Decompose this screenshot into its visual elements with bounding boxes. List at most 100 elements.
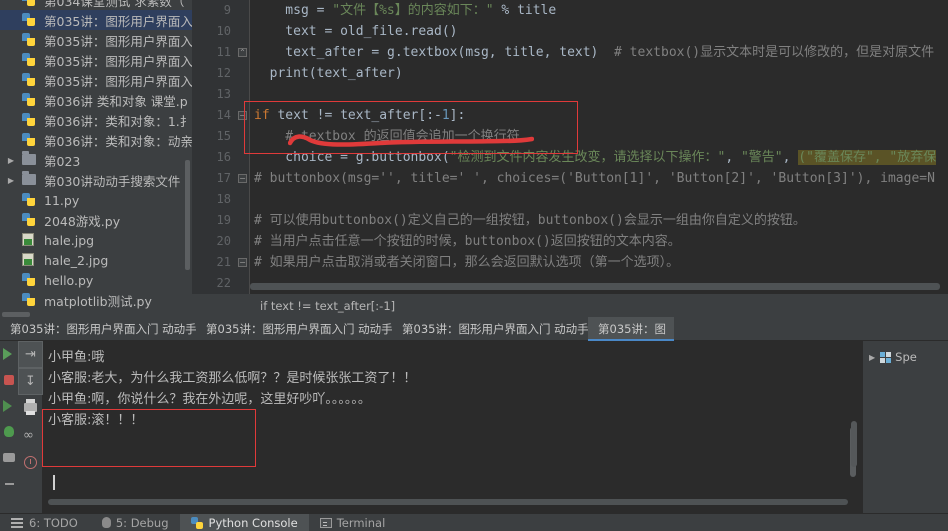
status-bar-item[interactable]: 5: Debug (89, 514, 180, 531)
status-bar-item[interactable]: Terminal (309, 514, 397, 531)
python-file-icon (22, 273, 40, 287)
tree-item-label: hale_2.jpg (44, 252, 109, 268)
tree-item[interactable]: 第035讲：图形用户界面入 (0, 10, 192, 30)
python-console-panel[interactable]: ⇥ ↧ ∞ 小甲鱼:哦 小客服:老大，为什么我工资那么低啊？？是时候张张工资了！！… (0, 341, 948, 513)
tree-item-label: hello.py (44, 272, 94, 288)
tree-item[interactable]: 2048游戏.py (0, 210, 192, 230)
tree-item[interactable]: hale.jpg (0, 230, 192, 250)
code-line[interactable]: msg = "文件【%s】的内容如下：" % title (250, 0, 948, 21)
python-file-icon (22, 113, 40, 127)
tree-item[interactable]: matplotlib测试.py (0, 290, 192, 310)
collapse-icon[interactable] (0, 471, 18, 497)
tree-item[interactable]: 第036讲 类和对象 课堂.p (0, 90, 192, 110)
tree-item[interactable]: 11.py (0, 190, 192, 210)
run-icon[interactable] (0, 341, 18, 367)
code-text-area[interactable]: msg = "文件【%s】的内容如下：" % title text = old_… (250, 0, 948, 294)
tree-item-label: 第036讲 类和对象 课堂.p (44, 93, 188, 109)
tree-item[interactable]: hello.py (0, 270, 192, 290)
console-output[interactable]: 小甲鱼:哦 小客服:老大，为什么我工资那么低啊？？是时候张张工资了！！ 小甲鱼:啊，… (44, 341, 862, 501)
rerun-icon[interactable] (0, 393, 18, 419)
code-folding-column[interactable]: ⌃ − − − (237, 0, 250, 294)
code-line[interactable]: text = old_file.read() (250, 21, 948, 42)
tree-item[interactable]: hale_2.jpg (0, 250, 192, 270)
line-number: 15 (216, 129, 231, 143)
history-icon[interactable] (18, 449, 43, 476)
editor-horizontal-scrollbar[interactable] (250, 283, 940, 290)
console-tool-strip[interactable]: ⇥ ↧ ∞ (18, 341, 43, 513)
code-line[interactable]: # 当用户点击任意一个按钮的时候，buttonbox()返回按钮的文本内容。 (250, 231, 948, 252)
expand-arrow-icon[interactable] (0, 156, 22, 165)
code-line[interactable]: # buttonbox(msg='', title=' ', choices=(… (250, 168, 948, 189)
tree-item-label: 第034课堂测试 求素数（ (44, 0, 185, 9)
settings-icon[interactable] (0, 445, 18, 471)
bottom-status-bar[interactable]: 6: TODO 5: Debug Python Console Terminal (0, 513, 948, 531)
fold-marker-icon[interactable]: − (238, 111, 247, 120)
image-file-icon (22, 233, 40, 247)
tree-item[interactable]: 第034课堂测试 求素数（ (0, 0, 192, 10)
console-horizontal-scrollbar[interactable] (48, 499, 848, 505)
soft-wrap-icon[interactable]: ⇥ (18, 341, 43, 368)
variables-grid-icon (880, 351, 892, 363)
status-bar-item[interactable]: 6: TODO (0, 514, 89, 531)
code-line[interactable]: # textbox 的返回值会追加一个换行符 (250, 126, 948, 147)
code-line[interactable]: if text != text_after[:-1]: (250, 105, 948, 126)
image-file-icon (22, 253, 40, 267)
code-token: "警告" (740, 150, 783, 165)
variables-row[interactable]: ▶ Spe (863, 347, 948, 367)
console-tab[interactable]: 第035讲：图形用户界面入门 动动手 2. 提供一...× (392, 317, 588, 341)
code-line[interactable] (250, 189, 948, 210)
code-token: text_after = g.textbox(msg, title, text) (254, 45, 599, 60)
console-tab[interactable]: 第035讲：图形用户界面入门 动动手 2. 提供一...× (196, 317, 392, 341)
line-number: 22 (216, 276, 231, 290)
tree-item[interactable]: 第036讲：类和对象：1.扌 (0, 110, 192, 130)
terminal-icon (319, 517, 332, 528)
run-toolbar-strip[interactable] (0, 341, 18, 513)
line-number: 13 (216, 87, 231, 101)
python-file-icon (22, 93, 40, 107)
console-tab-bar[interactable]: 第035讲：图形用户界面入门 动动手 2. 提供一...×第035讲：图形用户界… (0, 317, 948, 341)
tree-item-label: 2048游戏.py (44, 213, 121, 229)
line-number: 12 (216, 66, 231, 80)
status-bar-item[interactable]: Python Console (179, 513, 309, 531)
console-tab-label: 第035讲：图 (598, 322, 666, 336)
fold-marker-icon[interactable]: − (238, 258, 247, 267)
expand-arrow-icon[interactable] (0, 176, 22, 185)
variables-vertical-scrollbar[interactable] (851, 421, 857, 467)
stop-icon[interactable] (0, 367, 18, 393)
tree-item[interactable]: 第030讲动动手搜索文件 (0, 170, 192, 190)
tree-item[interactable]: 第035讲：图形用户界面入 (0, 30, 192, 50)
code-line[interactable] (250, 84, 948, 105)
code-line[interactable]: text_after = g.textbox(msg, title, text)… (250, 42, 948, 63)
debug-icon[interactable] (0, 419, 18, 445)
project-tree-vertical-scrollbar[interactable] (185, 160, 190, 270)
tree-item[interactable]: 第023 (0, 150, 192, 170)
code-line[interactable]: print(text_after) (250, 63, 948, 84)
special-variables-pane[interactable]: ▶ Spe (851, 341, 948, 513)
project-tree-pane[interactable]: 第034课堂测试 求素数（ 第035讲：图形用户界面入 第035讲：图形用户界面入第… (0, 0, 192, 311)
fold-marker-icon[interactable]: ⌃ (238, 48, 247, 57)
code-line[interactable]: # 如果用户点击取消或者关闭窗口，那么会返回默认选项（第一个选项）。 (250, 252, 948, 273)
fold-marker-icon[interactable]: − (238, 174, 247, 183)
editor-gutter: 9 10 11 12 13 14 15 16 17 18 19 20 21 22 (192, 0, 237, 294)
tree-item-label: hale.jpg (44, 232, 95, 248)
tree-item[interactable]: 第036讲：类和对象：动亲 (0, 130, 192, 150)
line-number: 20 (216, 234, 231, 248)
scroll-to-end-icon[interactable]: ↧ (18, 368, 43, 395)
chevron-right-icon[interactable]: ▶ (869, 353, 875, 362)
code-line[interactable]: choice = g.buttonbox("检测到文件内容发生改变，请选择以下操… (250, 147, 948, 168)
tree-item[interactable]: 第035讲：图形用户界面入 (0, 50, 192, 70)
code-token: text = old_file.read() (254, 24, 458, 39)
print-icon[interactable] (18, 395, 43, 422)
infinity-icon[interactable]: ∞ (18, 422, 43, 449)
python-file-icon (22, 73, 40, 87)
code-line[interactable]: # 可以使用buttonbox()定义自己的一组按钮，buttonbox()会显… (250, 210, 948, 231)
console-tab[interactable]: 第035讲：图 (588, 317, 674, 341)
line-number: 18 (216, 192, 231, 206)
code-token: ]: (449, 108, 466, 123)
tree-item[interactable]: 第035讲：图形用户界面入 (0, 70, 192, 90)
code-token: 1 (441, 108, 450, 123)
project-tree-list[interactable]: 第034课堂测试 求素数（ 第035讲：图形用户界面入 第035讲：图形用户界面入第… (0, 0, 192, 311)
line-number-column: 9 10 11 12 13 14 15 16 17 18 19 20 21 22 (192, 0, 237, 294)
code-editor[interactable]: 9 10 11 12 13 14 15 16 17 18 19 20 21 22 ⌃ − − − msg … (192, 0, 948, 294)
console-tab[interactable]: 第035讲：图形用户界面入门 动动手 2. 提供一...× (0, 317, 196, 341)
